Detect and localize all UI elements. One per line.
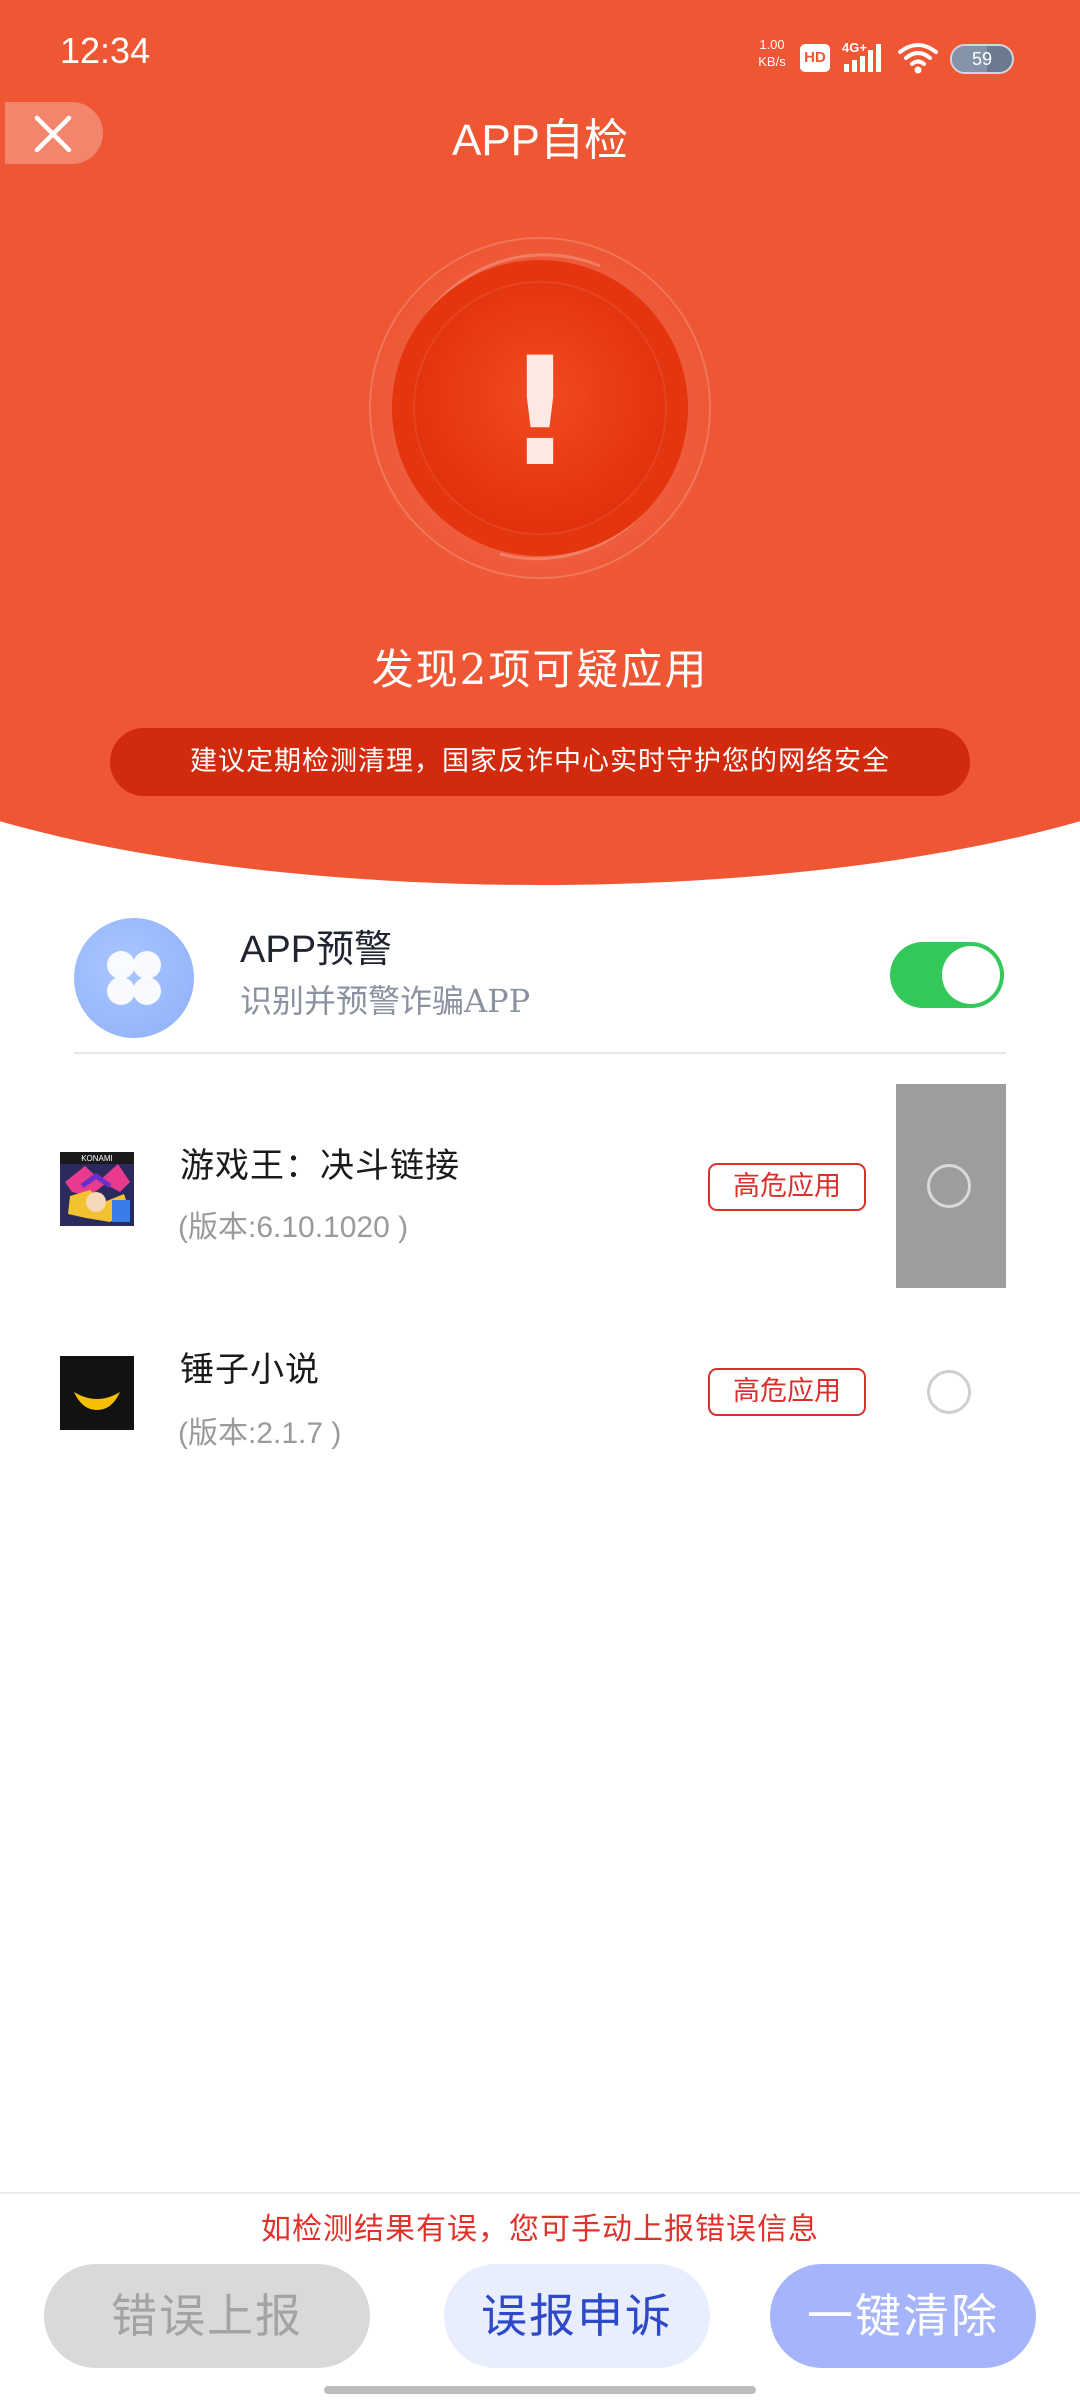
- network-type-label: 4G+: [842, 40, 867, 55]
- footer-divider: [0, 2192, 1080, 2194]
- hd-icon: HD: [800, 44, 830, 72]
- status-bar: 12:34 1.00 KB/s HD 4G+ 59: [0, 0, 1080, 110]
- app-warning-avatar: [74, 918, 194, 1038]
- error-report-button[interactable]: 错误上报: [44, 2264, 370, 2368]
- cellular-signal-icon: 4G+: [842, 40, 886, 76]
- footer-hint: 如检测结果有误，您可手动上报错误信息: [261, 2212, 819, 2247]
- divider: [74, 1052, 1006, 1054]
- app-version: (版本:2.1.7 ): [178, 1417, 342, 1450]
- select-radio[interactable]: [927, 1164, 971, 1208]
- wifi-icon: [898, 40, 938, 76]
- network-speed: 1.00 KB/s: [752, 36, 792, 70]
- app-name: 锤子小说: [180, 1350, 320, 1390]
- battery-level-text: 59: [971, 49, 993, 69]
- advice-banner: 建议定期检测清理，国家反诈中心实时守护您的网络安全: [110, 728, 970, 796]
- app-warning-subtitle: 识别并预警诈骗APP: [240, 982, 531, 1020]
- app-version: (版本:6.10.1020 ): [178, 1211, 409, 1244]
- app-warning-row: APP预警 识别并预警诈骗APP: [0, 900, 1080, 1050]
- app-warning-toggle[interactable]: [890, 942, 1004, 1008]
- warning-emblem: !: [360, 236, 720, 596]
- clover-icon: [107, 951, 161, 1005]
- app-name: 游戏王：决斗链接: [180, 1146, 460, 1186]
- home-indicator[interactable]: [324, 2386, 756, 2394]
- hammer-novel-app-icon: [60, 1356, 134, 1430]
- status-time: 12:34: [60, 30, 151, 71]
- page-title: APP自检: [451, 116, 629, 165]
- yugioh-app-icon: KONAMI: [60, 1152, 134, 1226]
- network-speed-unit: KB/s: [758, 54, 786, 69]
- high-risk-badge: 高危应用: [708, 1163, 866, 1211]
- high-risk-badge: 高危应用: [708, 1368, 866, 1416]
- scan-result-title: 发现2项可疑应用: [371, 645, 709, 694]
- list-item[interactable]: 锤子小说 (版本:2.1.7 ) 高危应用: [0, 1290, 1080, 1490]
- network-speed-value: 1.00: [759, 37, 785, 52]
- battery-icon: 59: [950, 44, 1014, 74]
- exclamation-icon: !: [506, 326, 574, 500]
- list-item[interactable]: KONAMI 游戏王：决斗链接 (版本:6.10.1020 ) 高危应用: [0, 1084, 1080, 1288]
- false-positive-appeal-button[interactable]: 误报申诉: [444, 2264, 710, 2368]
- yugioh-icon-brand: KONAMI: [81, 1154, 113, 1163]
- one-click-clear-button[interactable]: 一键清除: [770, 2264, 1036, 2368]
- app-self-check-screen: 12:34 1.00 KB/s HD 4G+ 59 APP自检 ! 发现2项可疑…: [0, 0, 1080, 2400]
- app-warning-title: APP预警: [240, 929, 393, 971]
- toggle-knob: [942, 946, 1000, 1004]
- select-radio[interactable]: [927, 1370, 971, 1414]
